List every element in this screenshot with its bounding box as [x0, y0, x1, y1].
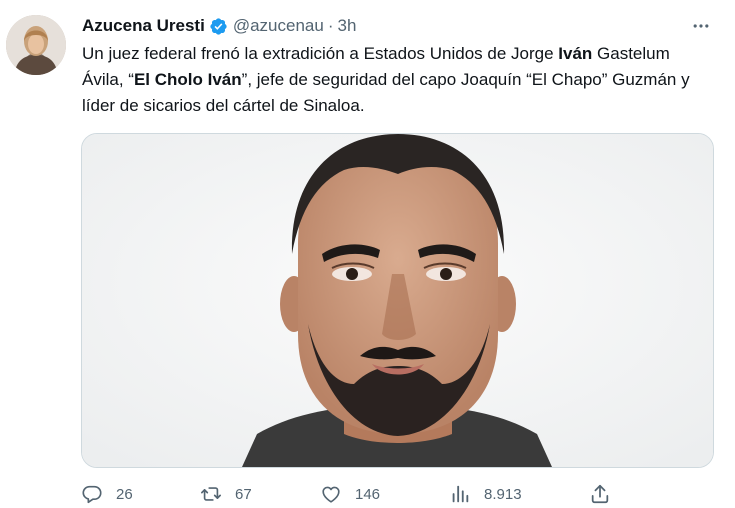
- share-upload-icon: [589, 483, 611, 505]
- tweet[interactable]: Azucena Uresti @azucenau · 3h Un juez fe…: [0, 0, 735, 507]
- like-count: 146: [355, 485, 381, 503]
- reply-bubble-icon: [81, 483, 103, 505]
- author-display-name[interactable]: Azucena Uresti: [82, 16, 205, 36]
- tweet-photo[interactable]: [81, 133, 714, 468]
- avatar[interactable]: [6, 15, 66, 75]
- heart-icon: [320, 483, 342, 505]
- retweet-button[interactable]: 67: [200, 480, 252, 508]
- author-handle[interactable]: @azucenau: [233, 16, 324, 36]
- like-button[interactable]: 146: [320, 480, 380, 508]
- retweet-icon: [200, 483, 222, 505]
- reply-count: 26: [116, 485, 133, 503]
- tweet-header: Azucena Uresti @azucenau · 3h: [82, 15, 356, 37]
- verified-badge-icon: [209, 17, 228, 36]
- tweet-text-bold-name: Iván: [558, 44, 593, 63]
- share-button[interactable]: [589, 480, 611, 508]
- views-button[interactable]: 8.913: [449, 480, 522, 508]
- avatar-image: [6, 15, 66, 75]
- tweet-timestamp[interactable]: 3h: [338, 16, 357, 36]
- tweet-text-part-1: Un juez federal frenó la extradición a E…: [82, 44, 559, 63]
- header-separator: ·: [327, 16, 334, 35]
- views-bar-chart-icon: [449, 483, 471, 505]
- photo-image: [82, 134, 713, 467]
- tweet-actions: 26 67 146 8.913: [0, 480, 735, 508]
- more-horizontal-icon[interactable]: [689, 14, 713, 38]
- retweet-count: 67: [235, 485, 252, 503]
- reply-button[interactable]: 26: [81, 480, 133, 508]
- tweet-text: Un juez federal frenó la extradición a E…: [82, 41, 692, 119]
- views-count: 8.913: [484, 485, 522, 503]
- tweet-text-bold-alias: El Cholo Iván: [133, 70, 242, 89]
